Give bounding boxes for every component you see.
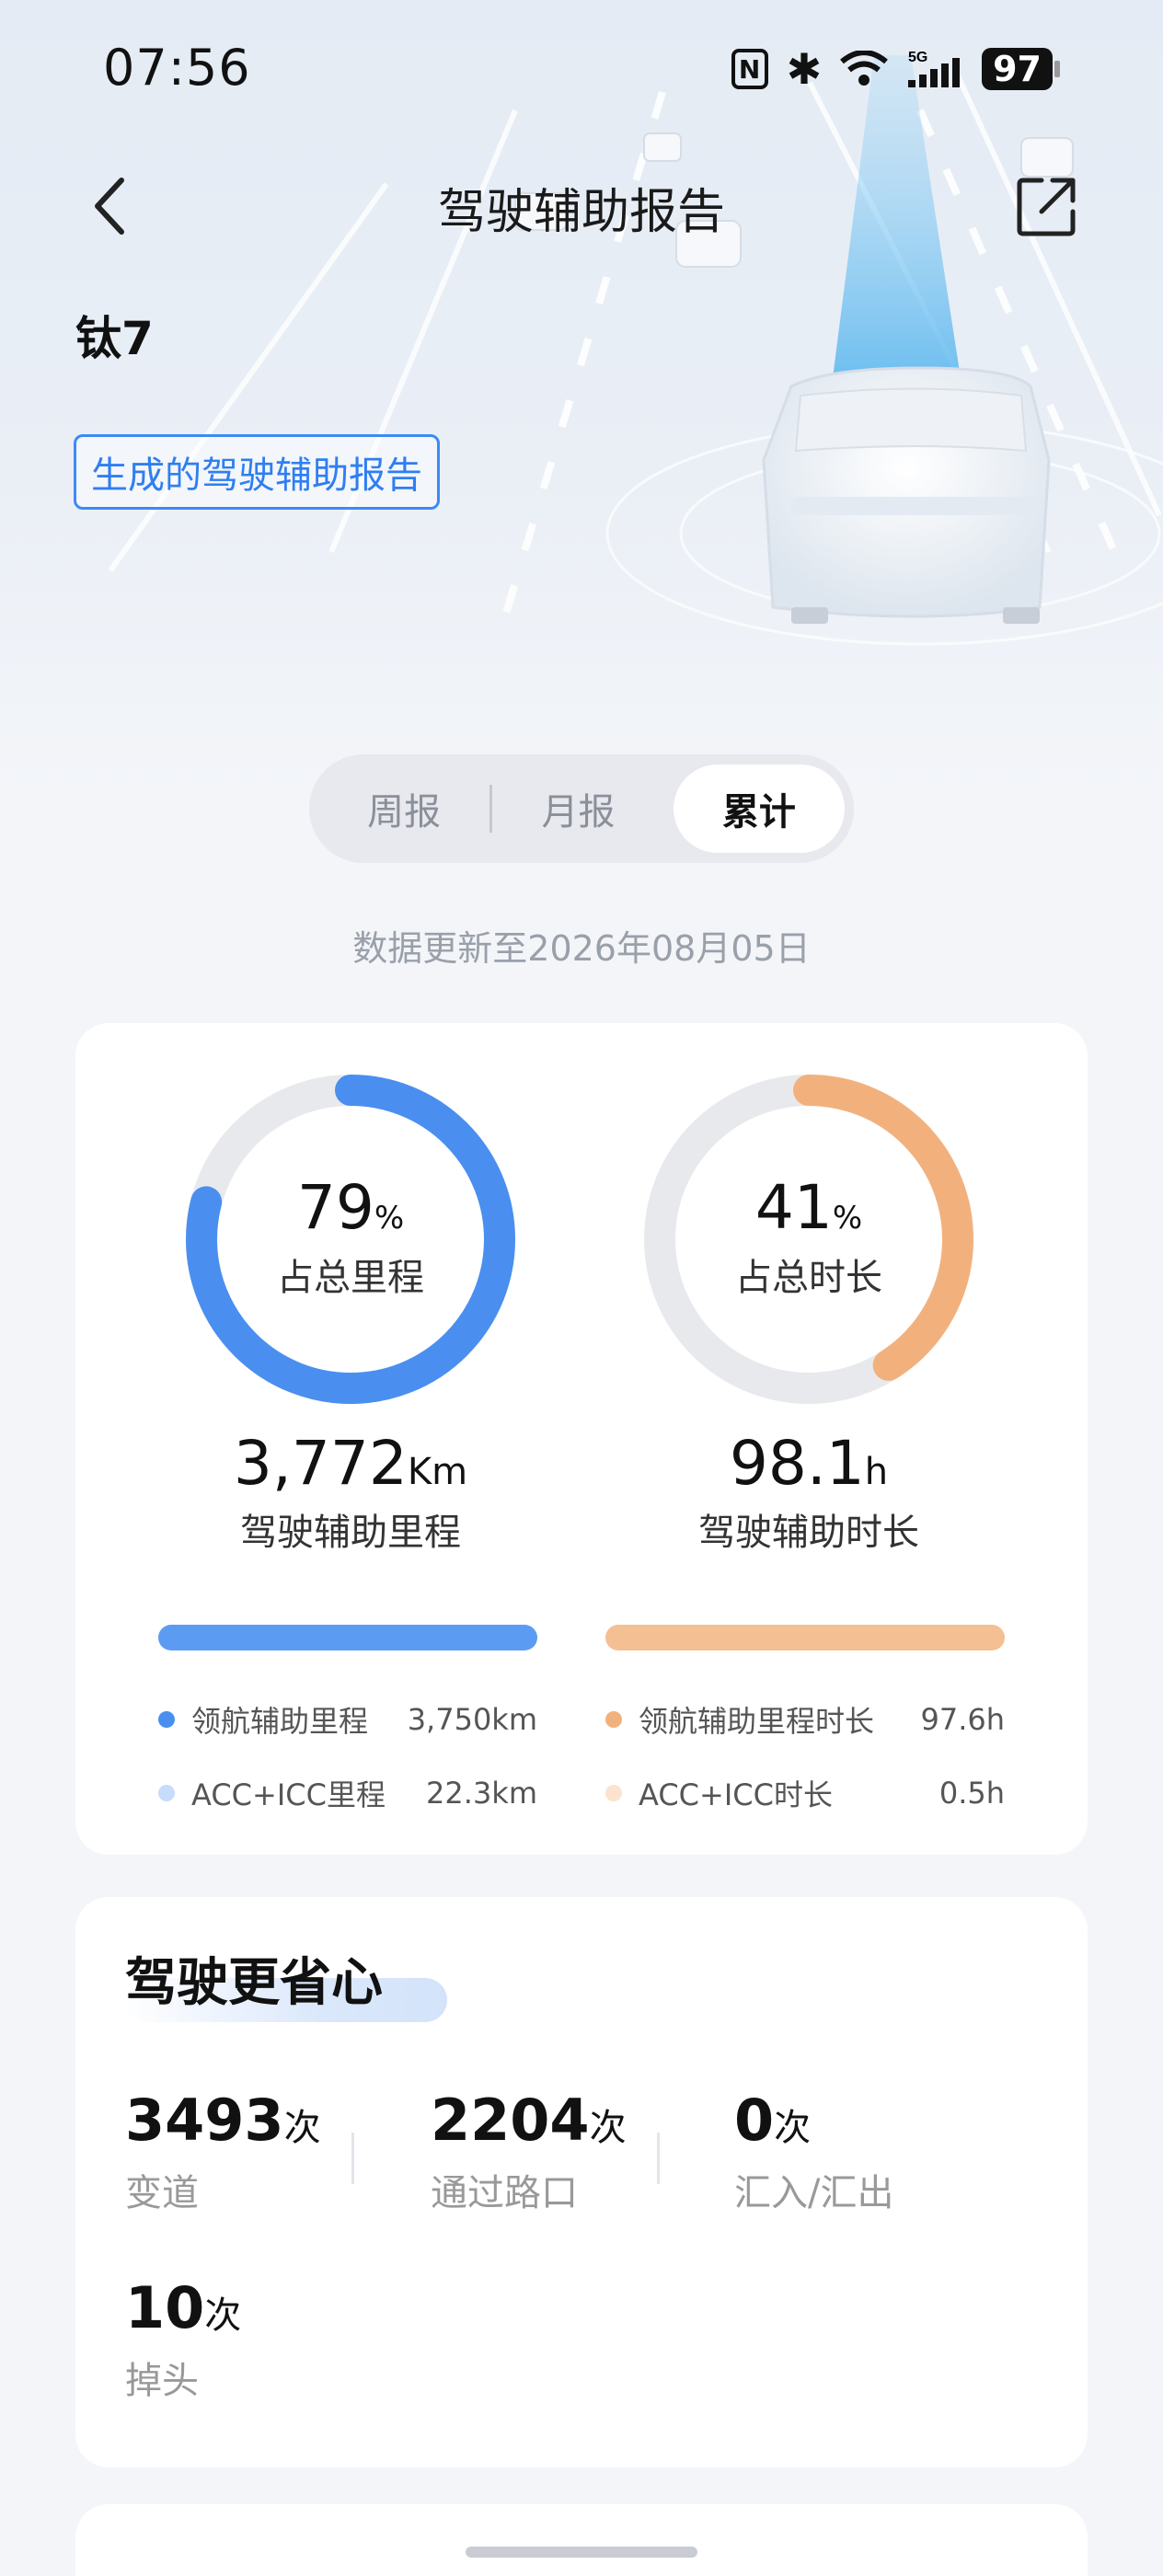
legend-acc-mileage: ACC+ICC里程 22.3km — [158, 1772, 537, 1814]
metric-value: 3493 — [125, 2087, 284, 2154]
duration-label: 驾驶辅助时长 — [698, 1512, 919, 1554]
legend-value: 97.6h — [920, 1702, 1005, 1737]
metric-u-turn: 10次 掉头 — [125, 2274, 241, 2404]
nfc-icon: N — [731, 49, 768, 89]
share-icon — [1017, 178, 1076, 236]
metric-unit: 次 — [589, 2107, 627, 2149]
mileage-ring: 79% 占总里程 — [182, 1071, 519, 1408]
mileage-stat: 3,772Km 驾驶辅助里程 — [121, 1428, 581, 1556]
duration-percent-label: 占总时长 — [735, 1257, 882, 1299]
summary-card: 79% 占总里程 41% 占总时长 3,772Km 驾驶辅助里程 98.1h 驾… — [75, 1023, 1088, 1855]
metric-label: 掉头 — [125, 2360, 199, 2402]
metric-unit: 次 — [283, 2107, 321, 2149]
metric-intersection: 2204次 通过路口 — [431, 2087, 627, 2216]
legend-value: 0.5h — [938, 1776, 1005, 1811]
mileage-unit: Km — [407, 1451, 468, 1493]
mileage-bar — [158, 1625, 537, 1650]
metric-unit: 次 — [774, 2107, 812, 2149]
section-title: 驾驶更省心 — [125, 1953, 383, 2013]
mileage-percent: 79% — [297, 1178, 404, 1238]
metric-label: 变道 — [125, 2172, 199, 2214]
duration-percent-unit: % — [832, 1200, 863, 1236]
mileage-percent-unit: % — [374, 1200, 405, 1236]
page-title: 驾驶辅助报告 — [437, 185, 725, 240]
signal-5g-icon: 5G — [906, 49, 963, 89]
legend-dot — [158, 1785, 175, 1801]
metric-value: 0 — [734, 2087, 775, 2154]
legend-label: 领航辅助里程时长 — [639, 1704, 875, 1739]
legend-nav-mileage: 领航辅助里程 3,750km — [158, 1698, 537, 1741]
legend-value: 3,750km — [407, 1702, 537, 1737]
legend-label: ACC+ICC里程 — [191, 1777, 386, 1812]
metric-label: 汇入/汇出 — [734, 2172, 894, 2214]
legend-dot — [158, 1711, 175, 1728]
mileage-label: 驾驶辅助里程 — [240, 1512, 461, 1554]
tab-cumulative[interactable]: 累计 — [673, 765, 846, 853]
legend-dot — [605, 1711, 622, 1728]
status-time: 07:56 — [103, 39, 251, 97]
tab-monthly[interactable]: 月报 — [492, 765, 663, 853]
legend-value: 22.3km — [426, 1776, 537, 1811]
svg-text:5G: 5G — [908, 50, 927, 65]
period-tabs: 周报 月报 累计 — [309, 754, 854, 863]
duration-value: 98.1 — [729, 1428, 865, 1499]
car-name: 钛7 — [75, 312, 154, 365]
metric-divider — [351, 2133, 354, 2184]
duration-stat: 98.1h 驾驶辅助时长 — [579, 1428, 1039, 1556]
duration-ring: 41% 占总时长 — [640, 1071, 977, 1408]
legend-acc-duration: ACC+ICC时长 0.5h — [605, 1772, 1005, 1814]
duration-unit: h — [864, 1451, 889, 1493]
metric-merge: 0次 汇入/汇出 — [734, 2087, 893, 2216]
home-indicator[interactable] — [466, 2547, 697, 2558]
wifi-icon — [840, 51, 889, 87]
battery-indicator: 97 — [982, 48, 1053, 90]
status-bar: 07:56 N ✱ 5G 97 — [0, 0, 1163, 138]
battery-cap — [1054, 61, 1060, 77]
duration-bar — [605, 1625, 1005, 1650]
metric-lane-change: 3493次 变道 — [125, 2087, 321, 2216]
tab-weekly[interactable]: 周报 — [318, 765, 489, 853]
mileage-value: 3,772 — [233, 1428, 408, 1499]
mileage-percent-value: 79 — [296, 1172, 374, 1243]
metric-label: 通过路口 — [431, 2172, 578, 2214]
mileage-percent-label: 占总里程 — [277, 1257, 424, 1299]
legend-dot — [605, 1785, 622, 1801]
legend-label: 领航辅助里程 — [191, 1704, 369, 1739]
legend-label: ACC+ICC时长 — [639, 1777, 833, 1812]
next-card — [75, 2504, 1088, 2576]
share-button[interactable] — [1014, 173, 1080, 239]
metric-value: 2204 — [431, 2087, 590, 2154]
bluetooth-icon: ✱ — [786, 44, 823, 94]
metric-divider — [657, 2133, 660, 2184]
duration-percent-value: 41 — [754, 1172, 833, 1243]
update-note: 数据更新至2026年08月05日 — [352, 928, 811, 969]
ease-card: 驾驶更省心 3493次 变道 2204次 通过路口 0次 汇入/汇出 10次 掉… — [75, 1897, 1088, 2467]
legend-nav-duration: 领航辅助里程时长 97.6h — [605, 1698, 1005, 1741]
duration-percent: 41% — [755, 1178, 862, 1238]
metric-unit: 次 — [204, 2294, 242, 2337]
report-tag-button[interactable]: 生成的驾驶辅助报告 — [74, 434, 440, 510]
metric-value: 10 — [125, 2274, 205, 2341]
